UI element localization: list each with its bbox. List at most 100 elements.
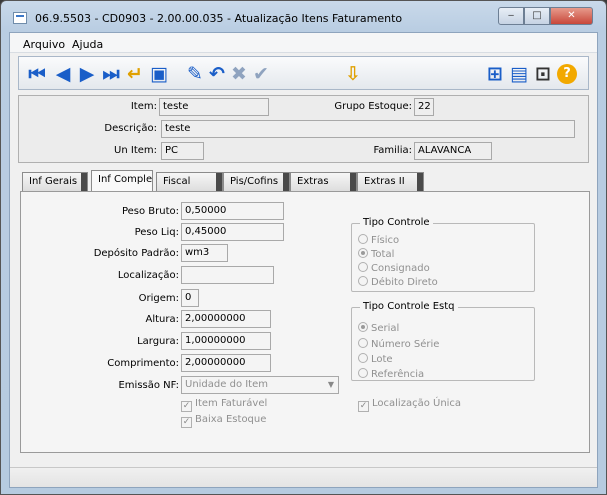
peso-bruto-field[interactable]: 0,50000 <box>181 202 284 220</box>
toolbar: ⏮ ◀ ▶ ⏭ ↵ ▣ ✎ ↶ ✖ ✔ ⇩ ⊞ ▤ ⊡ ? <box>18 56 589 90</box>
origem-field[interactable]: 0 <box>181 289 199 307</box>
print-icon[interactable]: ▤ <box>507 62 531 86</box>
close-button[interactable]: ✕ <box>550 7 593 25</box>
descricao-label: Descrição: <box>104 123 157 134</box>
radio-serial[interactable]: Serial <box>358 322 399 334</box>
radio-label: Total <box>371 249 395 260</box>
localizacao-unica-checkbox[interactable]: ✓ Localização Única <box>358 398 461 412</box>
tab-panel-inf-compler: Peso Bruto: 0,50000 Peso Liq: 0,45000 De… <box>20 191 590 453</box>
comprimento-label: Comprimento: <box>107 358 179 369</box>
localizacao-field[interactable] <box>181 266 274 284</box>
tab-separator <box>350 173 356 192</box>
deposito-padrao-label: Depósito Padrão: <box>93 248 179 259</box>
tab-separator <box>216 173 222 192</box>
tab-label: Extras II <box>364 176 405 187</box>
tab-label: Inf Compler <box>98 174 153 185</box>
previous-record-icon[interactable]: ◀ <box>51 62 75 86</box>
item-header-panel: Item: teste Grupo Estoque: 22 Descrição:… <box>18 95 589 163</box>
exit-icon[interactable]: ⊡ <box>531 62 555 86</box>
radio-icon <box>358 368 368 378</box>
radio-label: Número Série <box>371 339 440 350</box>
checkmark-icon: ✓ <box>358 401 369 412</box>
tab-label: Pis/Cofins <box>230 176 279 187</box>
radio-consignado[interactable]: Consignado <box>358 262 430 274</box>
tab-inf-compler[interactable]: Inf Compler <box>91 170 153 192</box>
help-icon[interactable]: ? <box>557 64 577 84</box>
radio-debito-direto[interactable]: Débito Direto <box>358 276 438 288</box>
peso-liq-field[interactable]: 0,45000 <box>181 223 284 241</box>
chevron-down-icon: ▼ <box>327 380 334 389</box>
import-icon[interactable]: ⇩ <box>341 62 365 86</box>
tree-icon[interactable]: ⊞ <box>483 62 507 86</box>
window-client-area: Arquivo Ajuda ⏮ ◀ ▶ ⏭ ↵ ▣ ✎ ↶ ✖ ✔ ⇩ ⊞ ▤ … <box>9 32 598 488</box>
origem-label: Origem: <box>138 293 179 304</box>
radio-icon <box>358 353 368 363</box>
emissao-nf-value: Unidade do Item <box>185 379 268 390</box>
radio-icon <box>358 276 368 286</box>
window-title: 06.9.5503 - CD0903 - 2.00.00.035 - Atual… <box>35 12 403 25</box>
radio-numero-serie[interactable]: Número Série <box>358 338 439 350</box>
checkmark-icon: ✓ <box>181 401 192 412</box>
tab-inf-gerais[interactable]: Inf Gerais <box>22 172 88 192</box>
title-bar[interactable]: 06.9.5503 - CD0903 - 2.00.00.035 - Atual… <box>1 1 606 31</box>
search-icon[interactable]: ▣ <box>147 62 171 86</box>
menu-ajuda[interactable]: Ajuda <box>72 38 103 51</box>
descricao-field[interactable]: teste <box>161 120 575 138</box>
item-faturavel-label: Item Faturável <box>195 398 268 409</box>
localizacao-label: Localização: <box>117 270 179 281</box>
baixa-estoque-checkbox[interactable]: ✓ Baixa Estoque <box>181 414 266 428</box>
tab-extras-ii[interactable]: Extras II <box>357 172 424 192</box>
item-label: Item: <box>130 101 157 112</box>
menu-arquivo[interactable]: Arquivo <box>23 38 65 51</box>
tab-label: Extras <box>297 176 329 187</box>
checkmark-icon: ✓ <box>181 417 192 428</box>
edit-icon[interactable]: ✎ <box>183 62 207 86</box>
emissao-nf-label: Emissão NF: <box>118 380 179 391</box>
tab-fiscal[interactable]: Fiscal <box>156 172 223 192</box>
radio-referencia[interactable]: Referência <box>358 368 424 380</box>
tab-pis-cofins[interactable]: Pis/Cofins <box>223 172 290 192</box>
tab-label: Inf Gerais <box>29 176 78 187</box>
radio-label: Referência <box>371 369 425 380</box>
item-field[interactable]: teste <box>159 98 269 116</box>
last-record-icon[interactable]: ⏭ <box>99 62 123 86</box>
delete-icon[interactable]: ✖ <box>227 62 251 86</box>
undo-icon[interactable]: ↶ <box>205 62 229 86</box>
localizacao-unica-label: Localização Única <box>372 398 462 409</box>
item-faturavel-checkbox[interactable]: ✓ Item Faturável <box>181 398 267 412</box>
largura-field[interactable]: 1,00000000 <box>181 332 271 350</box>
goto-icon[interactable]: ↵ <box>123 62 147 86</box>
minimize-button[interactable]: ‒ <box>498 7 524 25</box>
comprimento-field[interactable]: 2,00000000 <box>181 354 271 372</box>
radio-fisico[interactable]: Físico <box>358 234 399 246</box>
radio-label: Físico <box>371 235 400 246</box>
radio-selected-icon <box>358 248 368 258</box>
next-record-icon[interactable]: ▶ <box>75 62 99 86</box>
application-window: 06.9.5503 - CD0903 - 2.00.00.035 - Atual… <box>0 0 607 495</box>
tipo-controle-title: Tipo Controle <box>360 217 433 228</box>
tipo-controle-estq-group: Tipo Controle Estq Serial Número Série L… <box>351 301 535 381</box>
grupo-estoque-label: Grupo Estoque: <box>334 101 412 112</box>
tab-separator <box>417 173 423 192</box>
emissao-nf-select[interactable]: Unidade do Item ▼ <box>181 376 339 394</box>
grupo-estoque-field[interactable]: 22 <box>414 98 434 116</box>
radio-icon <box>358 338 368 348</box>
radio-label: Lote <box>371 354 393 365</box>
radio-label: Consignado <box>371 263 430 274</box>
un-item-field[interactable]: PC <box>161 142 204 160</box>
peso-bruto-label: Peso Bruto: <box>121 206 179 217</box>
maximize-button[interactable]: □ <box>524 7 550 25</box>
familia-field[interactable]: ALAVANCA <box>414 142 492 160</box>
confirm-icon[interactable]: ✔ <box>249 62 273 86</box>
tab-separator <box>81 173 87 192</box>
first-record-icon[interactable]: ⏮ <box>25 62 49 86</box>
radio-icon <box>358 262 368 272</box>
tab-strip: Inf Gerais Inf Compler Fiscal Pis/Cofins… <box>20 170 590 192</box>
menu-bar: Arquivo Ajuda <box>10 33 597 53</box>
radio-total[interactable]: Total <box>358 248 394 260</box>
radio-selected-icon <box>358 322 368 332</box>
deposito-padrao-field[interactable]: wm3 <box>181 244 228 262</box>
radio-lote[interactable]: Lote <box>358 353 393 365</box>
altura-field[interactable]: 2,00000000 <box>181 310 271 328</box>
tab-extras[interactable]: Extras <box>290 172 357 192</box>
